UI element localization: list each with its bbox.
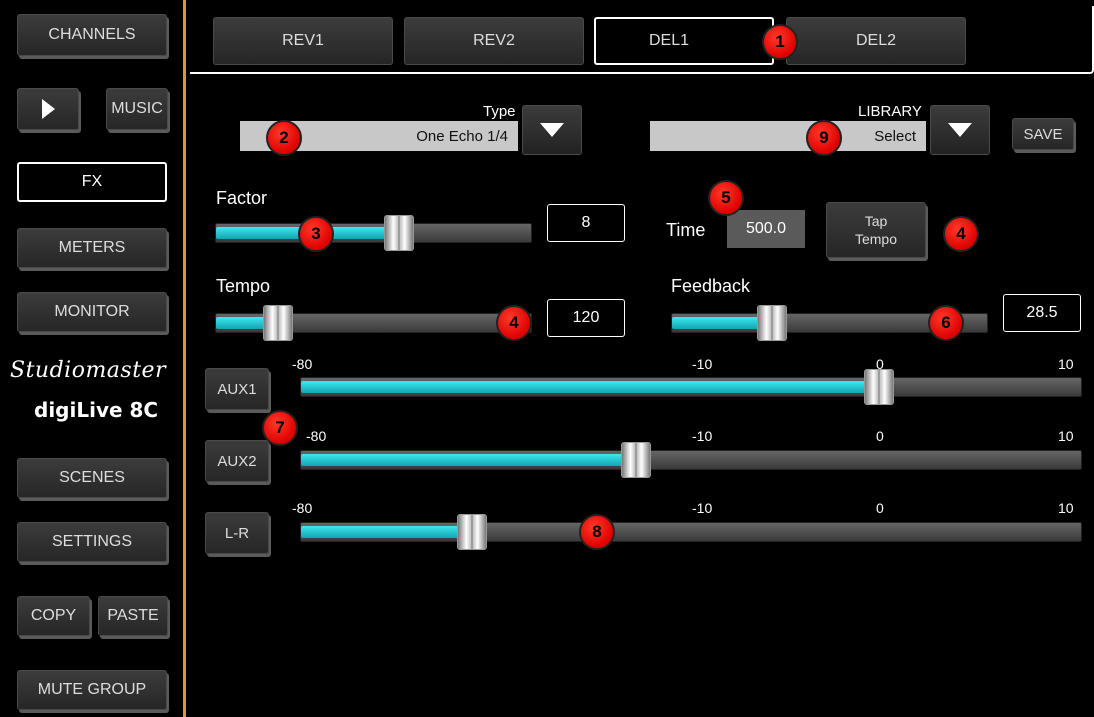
type-dropdown-button[interactable] (522, 105, 582, 155)
library-label: LIBRARY (858, 103, 922, 120)
sidebar-divider (183, 0, 186, 717)
aux1-button[interactable]: AUX1 (205, 368, 269, 410)
tempo-label: Tempo (216, 276, 271, 296)
annotation-badge-2: 2 (266, 120, 302, 156)
lr-tick-zero: 0 (876, 500, 884, 516)
type-label: Type (483, 103, 516, 120)
tap-tempo-line1: Tap (864, 213, 888, 229)
library-select[interactable]: Select (650, 121, 926, 151)
aux2-tick-zero: 0 (876, 428, 884, 444)
factor-label: Factor (216, 188, 268, 208)
annotation-badge-8: 8 (579, 514, 615, 550)
tab-rev1[interactable]: REV1 (213, 17, 393, 65)
feedback-label: Feedback (671, 276, 751, 296)
lr-fill (301, 526, 474, 538)
feedback-slider-handle[interactable] (757, 305, 788, 341)
save-button[interactable]: SAVE (1012, 118, 1074, 150)
tab-rev2[interactable]: REV2 (404, 17, 584, 65)
play-icon (42, 99, 55, 119)
chevron-down-icon (948, 123, 972, 137)
time-label: Time (666, 220, 706, 240)
aux2-fill (301, 454, 638, 466)
settings-button[interactable]: SETTINGS (17, 522, 167, 562)
annotation-badge-4b: 4 (496, 305, 532, 341)
aux1-tick-mid: -10 (692, 356, 713, 372)
brand-logo: Studiomaster (10, 358, 167, 383)
music-button[interactable]: MUSIC (106, 88, 168, 130)
aux2-tick-min: -80 (306, 428, 327, 444)
aux1-slider-handle[interactable] (863, 369, 894, 405)
lr-tick-min: -80 (292, 500, 313, 516)
aux2-tick-mid: -10 (692, 428, 713, 444)
lr-tick-mid: -10 (692, 500, 713, 516)
annotation-badge-9: 9 (806, 120, 842, 156)
tap-tempo-button[interactable]: Tap Tempo (826, 202, 926, 258)
mute-group-button[interactable]: MUTE GROUP (17, 670, 167, 710)
lr-slider-handle[interactable] (457, 514, 488, 550)
chevron-down-icon (540, 123, 564, 137)
aux1-tick-max: 10 (1058, 356, 1074, 372)
tab-del1[interactable]: DEL1 (594, 17, 774, 65)
product-logo: digiLive 8C (34, 398, 159, 422)
paste-button[interactable]: PASTE (98, 596, 168, 636)
lr-button[interactable]: L-R (205, 512, 269, 554)
lr-slider[interactable] (300, 522, 1082, 542)
tap-tempo-line2: Tempo (854, 231, 898, 247)
lr-tick-max: 10 (1058, 500, 1074, 516)
aux1-slider[interactable] (300, 377, 1082, 397)
annotation-badge-4a: 4 (943, 216, 979, 252)
fx-button[interactable]: FX (17, 162, 167, 202)
play-button[interactable] (17, 88, 79, 130)
aux1-fill (301, 381, 880, 393)
aux2-slider-handle[interactable] (621, 442, 652, 478)
annotation-badge-6: 6 (928, 305, 964, 341)
meters-button[interactable]: METERS (17, 228, 167, 268)
aux2-tick-max: 10 (1058, 428, 1074, 444)
tempo-slider-handle[interactable] (263, 305, 294, 341)
aux1-tick-min: -80 (292, 356, 313, 372)
tempo-value[interactable]: 120 (547, 299, 625, 337)
factor-value[interactable]: 8 (547, 204, 625, 242)
channels-button[interactable]: CHANNELS (17, 14, 167, 56)
factor-slider-handle[interactable] (383, 215, 414, 251)
annotation-badge-7: 7 (262, 410, 298, 446)
annotation-badge-3: 3 (298, 216, 334, 252)
feedback-value[interactable]: 28.5 (1003, 294, 1081, 332)
library-dropdown-button[interactable] (930, 105, 990, 155)
annotation-badge-1: 1 (762, 24, 798, 60)
monitor-button[interactable]: MONITOR (17, 292, 167, 332)
tab-del2[interactable]: DEL2 (786, 17, 966, 65)
aux2-button[interactable]: AUX2 (205, 440, 269, 482)
time-value[interactable]: 500.0 (727, 210, 805, 248)
scenes-button[interactable]: SCENES (17, 458, 167, 498)
copy-button[interactable]: COPY (17, 596, 90, 636)
aux2-slider[interactable] (300, 450, 1082, 470)
factor-slider[interactable] (215, 223, 532, 243)
annotation-badge-5: 5 (708, 180, 744, 216)
